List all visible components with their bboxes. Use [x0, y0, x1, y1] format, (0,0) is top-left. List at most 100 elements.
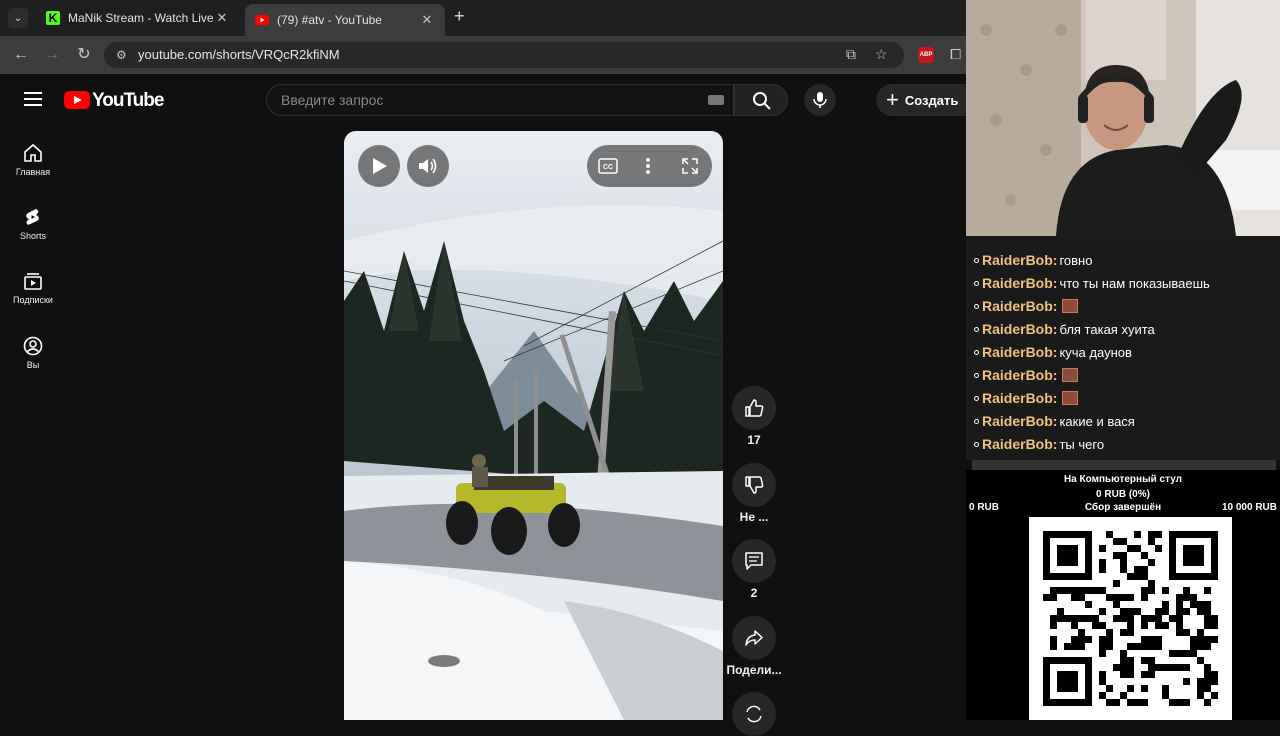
- share-button[interactable]: [732, 616, 776, 660]
- search-placeholder: Введите запрос: [281, 92, 384, 108]
- chat-message: RaiderBob:: [974, 365, 1079, 385]
- chat-message: RaiderBob: ты чего: [974, 434, 1104, 454]
- comments-button[interactable]: [732, 539, 776, 583]
- volume-icon: [419, 158, 437, 174]
- chat-message: RaiderBob:: [974, 388, 1079, 408]
- sidebar-item-label: Вы: [26, 360, 40, 370]
- adblock-extension-icon[interactable]: ABP: [918, 47, 934, 63]
- chat-nickname[interactable]: RaiderBob:: [982, 298, 1057, 314]
- donation-qr-code[interactable]: [1029, 517, 1232, 720]
- chat-emote-icon: [1062, 299, 1079, 313]
- chat-message: RaiderBob: какие и вася: [974, 411, 1135, 431]
- chat-message: RaiderBob: что ты нам показываешь: [974, 273, 1210, 293]
- qr-code-icon: [1043, 531, 1218, 706]
- tab-title: MaNik Stream - Watch Live on: [68, 11, 214, 25]
- chat-message: RaiderBob: куча даунов: [974, 342, 1132, 362]
- chat-message-text: что ты нам показываешь: [1059, 275, 1210, 291]
- like-count: 17: [747, 433, 761, 447]
- site-info-icon[interactable]: ⚙: [116, 48, 127, 62]
- search-button[interactable]: [734, 84, 788, 116]
- chat-nickname[interactable]: RaiderBob:: [982, 321, 1057, 337]
- chat-bullet-icon: [974, 372, 979, 378]
- search-icon: [753, 92, 771, 110]
- chat-nickname[interactable]: RaiderBob:: [982, 390, 1057, 406]
- comments-count: 2: [750, 586, 758, 600]
- chat-nickname[interactable]: RaiderBob:: [982, 252, 1057, 268]
- goal-max: 10 000 RUB: [1221, 502, 1277, 513]
- youtube-logo-text[interactable]: YouTube: [92, 90, 164, 112]
- remix-icon: [746, 705, 762, 723]
- keyboard-icon[interactable]: [708, 95, 724, 105]
- chat-message: RaiderBob:: [974, 296, 1079, 316]
- share-icon: [745, 630, 763, 646]
- chat-message-text: говно: [1059, 252, 1093, 268]
- dislike-button[interactable]: [732, 463, 776, 507]
- tab-kick-stream[interactable]: K MaNik Stream - Watch Live on ✕: [36, 4, 240, 32]
- shorts-icon: [26, 209, 39, 225]
- you-icon: [23, 336, 43, 356]
- chat-message-text: куча даунов: [1059, 344, 1132, 360]
- chat-nickname[interactable]: RaiderBob:: [982, 344, 1057, 360]
- thumbs-up-icon: [745, 399, 764, 417]
- play-icon: [373, 158, 387, 174]
- like-button[interactable]: [732, 386, 776, 430]
- sidebar-item-you[interactable]: Вы: [4, 336, 62, 370]
- fullscreen-icon[interactable]: [682, 158, 698, 174]
- youtube-logo-icon[interactable]: [64, 91, 90, 109]
- sidebar-item-home[interactable]: Главная: [4, 143, 62, 177]
- new-tab-icon[interactable]: +: [454, 6, 465, 27]
- close-tab-icon[interactable]: ✕: [214, 10, 230, 26]
- home-icon: [24, 143, 42, 162]
- volume-button[interactable]: [407, 145, 449, 187]
- more-options-icon[interactable]: [645, 157, 651, 175]
- subscriptions-icon: [24, 273, 42, 290]
- svg-text:CC: CC: [603, 164, 613, 171]
- close-tab-icon[interactable]: ✕: [419, 12, 435, 28]
- chat-toolbar: [972, 460, 1276, 470]
- voice-search-button[interactable]: [804, 84, 836, 116]
- reload-icon[interactable]: ↻: [74, 46, 94, 64]
- chat-bullet-icon: [974, 326, 979, 332]
- comment-icon: [745, 552, 763, 570]
- menu-hamburger-icon[interactable]: [24, 92, 42, 106]
- captions-icon[interactable]: CC: [598, 158, 618, 174]
- chat-nickname[interactable]: RaiderBob:: [982, 413, 1057, 429]
- tab-search-dropdown-icon[interactable]: ⌄: [8, 8, 28, 28]
- back-arrow-icon[interactable]: ←: [11, 46, 31, 64]
- chat-bullet-icon: [974, 280, 979, 286]
- sidebar-item-shorts[interactable]: Shorts: [4, 207, 62, 241]
- chat-bullet-icon: [974, 349, 979, 355]
- forward-arrow-icon[interactable]: →: [42, 46, 62, 64]
- sidebar-item-label: Главная: [15, 167, 51, 177]
- bookmark-star-icon[interactable]: ☆: [875, 46, 888, 63]
- url-text[interactable]: youtube.com/shorts/VRQcR2kfiNM: [138, 47, 340, 62]
- sidebar-item-label: Подписки: [13, 295, 53, 305]
- video-controls-group: CC: [587, 145, 712, 187]
- chat-bullet-icon: [974, 303, 979, 309]
- chat-message-text: ты чего: [1059, 436, 1105, 452]
- chat-nickname[interactable]: RaiderBob:: [982, 367, 1057, 383]
- shorts-video-player[interactable]: [344, 131, 723, 720]
- goal-raised: 0 RUB (0%): [1096, 489, 1150, 500]
- create-button[interactable]: + Создать: [876, 84, 966, 116]
- play-button[interactable]: [358, 145, 400, 187]
- plus-icon: +: [886, 87, 899, 112]
- chat-nickname[interactable]: RaiderBob:: [982, 275, 1057, 291]
- thumbs-down-icon: [745, 476, 764, 494]
- tab-youtube-active[interactable]: (79) #atv - YouTube ✕: [245, 4, 445, 36]
- chat-emote-icon: [1062, 391, 1079, 405]
- install-app-icon[interactable]: ⧉: [846, 46, 856, 63]
- kick-favicon-icon: K: [46, 11, 60, 25]
- chat-nickname[interactable]: RaiderBob:: [982, 436, 1057, 452]
- chat-message: RaiderBob: говно: [974, 250, 1092, 270]
- tab-title: (79) #atv - YouTube: [277, 13, 382, 27]
- chat-bullet-icon: [974, 257, 979, 263]
- webcam-feed: [966, 0, 1280, 236]
- youtube-favicon-icon: [255, 13, 269, 27]
- video-frame-atv-snow: [344, 131, 723, 720]
- sidebar-item-subscriptions[interactable]: Подписки: [4, 271, 62, 305]
- sidebar-item-label: Shorts: [19, 231, 46, 241]
- extensions-puzzle-icon[interactable]: ⧠: [950, 46, 961, 63]
- chat-bullet-icon: [974, 418, 979, 424]
- remix-button[interactable]: [732, 692, 776, 736]
